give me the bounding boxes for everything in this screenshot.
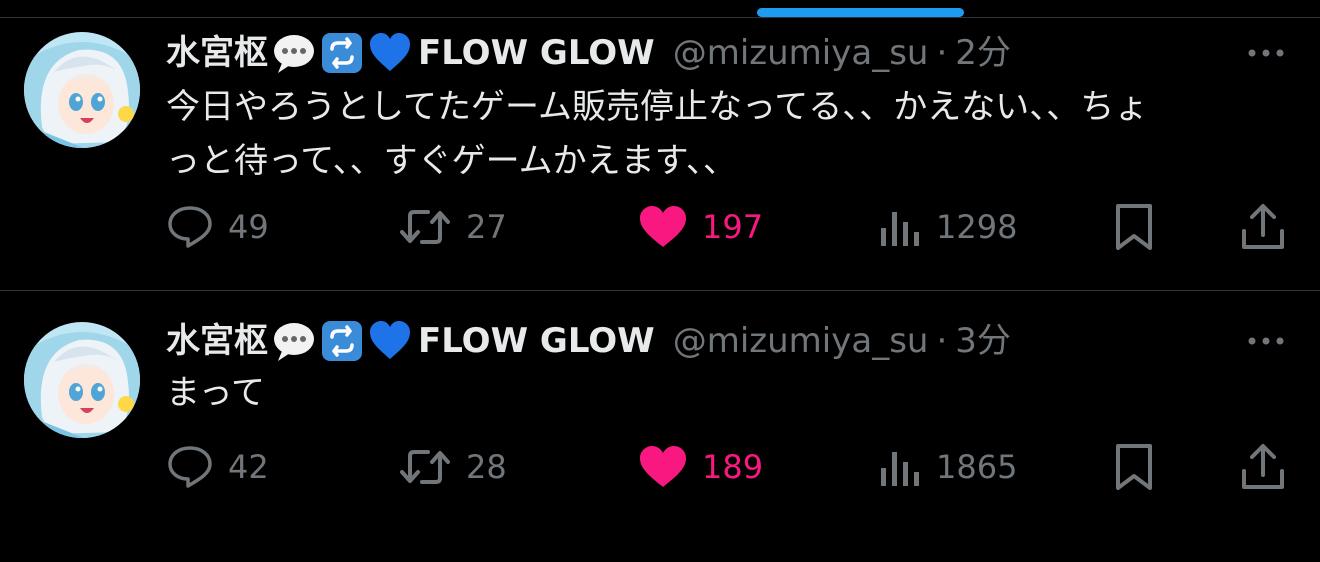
- display-name-suffix[interactable]: FLOW GLOW: [418, 30, 655, 76]
- views-icon: [878, 444, 922, 490]
- tweet-text-line: まって: [166, 373, 265, 413]
- bookmark-button[interactable]: [1112, 202, 1156, 252]
- user-handle[interactable]: @mizumiya_su: [673, 30, 929, 76]
- display-name[interactable]: 水宮枢: [166, 30, 268, 76]
- reply-button[interactable]: 42: [166, 442, 269, 492]
- like-heart-icon: [638, 445, 688, 489]
- speech-bubble-emoji: [272, 319, 316, 363]
- user-handle[interactable]: @mizumiya_su: [673, 318, 929, 364]
- repeat-button-emoji: [320, 31, 364, 75]
- action-bar: 49 27 197 1298: [0, 202, 1320, 252]
- tab-indicator: [757, 8, 964, 17]
- blue-heart-emoji: [368, 319, 412, 363]
- bookmark-button[interactable]: [1112, 442, 1156, 492]
- more-icon[interactable]: [1244, 38, 1288, 68]
- bookmark-icon: [1112, 202, 1156, 252]
- retweet-button[interactable]: 27: [398, 202, 507, 252]
- tweet-text: 今日やろうとしてたゲーム販売停止なってる、、かえない、、ちょ っと待って、、すぐ…: [166, 80, 1276, 188]
- share-button[interactable]: [1240, 442, 1286, 492]
- views-count: 1298: [936, 208, 1018, 246]
- share-button[interactable]: [1240, 202, 1286, 252]
- retweet-icon: [398, 444, 452, 490]
- separator: ·: [936, 321, 948, 361]
- timestamp[interactable]: 2分: [955, 30, 1011, 76]
- tweet-header: 水宮枢 FLOW GLOW @mizumiya_su · 2分: [166, 30, 1011, 76]
- tweet-header: 水宮枢 FLOW GLOW @mizumiya_su · 3分: [166, 318, 1011, 364]
- like-heart-icon: [638, 205, 688, 249]
- reply-icon: [166, 204, 214, 250]
- views-button[interactable]: 1865: [878, 442, 1017, 492]
- speech-bubble-emoji: [272, 31, 316, 75]
- action-bar: 42 28 189 1865: [0, 442, 1320, 492]
- reply-count: 42: [228, 448, 269, 486]
- display-name[interactable]: 水宮枢: [166, 318, 268, 364]
- reply-count: 49: [228, 208, 269, 246]
- reply-button[interactable]: 49: [166, 202, 269, 252]
- retweet-button[interactable]: 28: [398, 442, 507, 492]
- tweet-text: まって: [166, 366, 1276, 420]
- tweet[interactable]: 水宮枢 FLOW GLOW @mizumiya_su · 3分 まって 42 2…: [0, 290, 1320, 562]
- bookmark-icon: [1112, 442, 1156, 492]
- reply-icon: [166, 444, 214, 490]
- avatar[interactable]: [24, 32, 140, 148]
- tweet-text-line: 今日やろうとしてたゲーム販売停止なってる、、かえない、、ちょ: [166, 87, 1149, 127]
- like-count: 197: [702, 208, 764, 246]
- like-count: 189: [702, 448, 764, 486]
- like-button[interactable]: 189: [638, 442, 763, 492]
- separator: ·: [936, 33, 948, 73]
- retweet-count: 28: [466, 448, 507, 486]
- avatar[interactable]: [24, 322, 140, 438]
- views-count: 1865: [936, 448, 1018, 486]
- retweet-count: 27: [466, 208, 507, 246]
- retweet-icon: [398, 204, 452, 250]
- display-name-suffix[interactable]: FLOW GLOW: [418, 318, 655, 364]
- tweet-text-line: っと待って、、すぐゲームかえます、、: [166, 141, 737, 181]
- tweet[interactable]: 水宮枢 FLOW GLOW @mizumiya_su · 2分 今日やろうとして…: [0, 18, 1320, 291]
- repeat-button-emoji: [320, 319, 364, 363]
- blue-heart-emoji: [368, 31, 412, 75]
- like-button[interactable]: 197: [638, 202, 763, 252]
- views-icon: [878, 204, 922, 250]
- top-divider: [0, 0, 1320, 18]
- share-icon: [1240, 203, 1286, 251]
- share-icon: [1240, 443, 1286, 491]
- views-button[interactable]: 1298: [878, 202, 1017, 252]
- more-icon[interactable]: [1244, 326, 1288, 356]
- timestamp[interactable]: 3分: [955, 318, 1011, 364]
